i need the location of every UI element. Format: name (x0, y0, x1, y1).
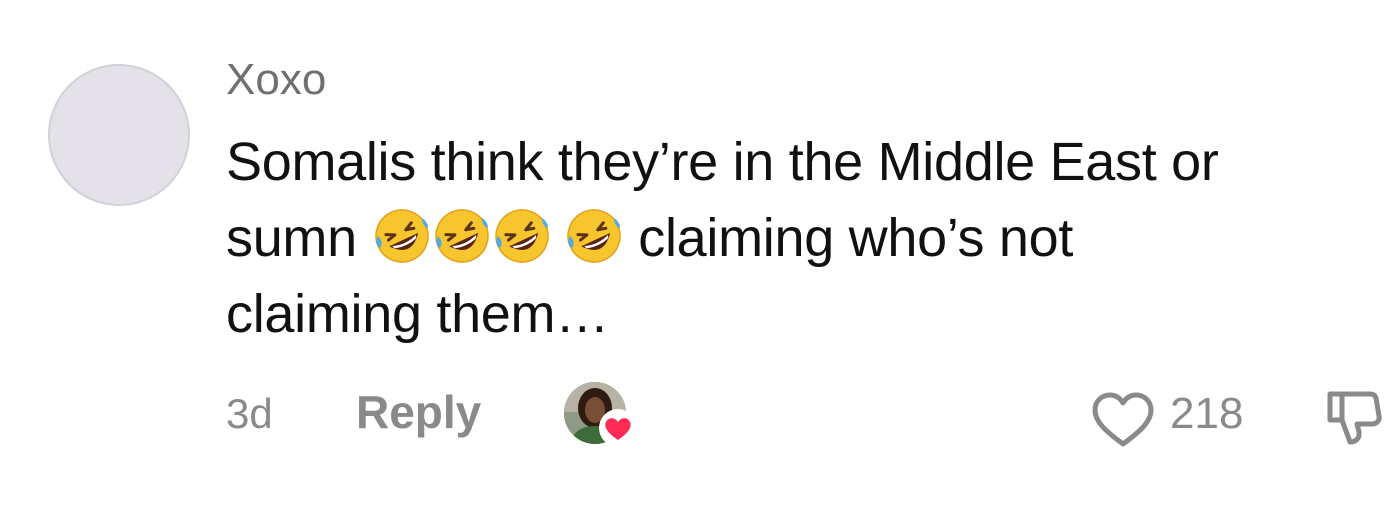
comment-text: Somalis think they’re in the Middle East… (226, 124, 1391, 352)
comment-actions: 3d Reply 218 (226, 380, 1391, 447)
comment-timestamp: 3d (226, 390, 273, 437)
reply-button[interactable]: Reply (356, 386, 481, 438)
commenter-username[interactable]: Xoxo (226, 52, 326, 108)
rofl-emoji-icon (434, 209, 489, 263)
thumbs-down-icon[interactable] (1322, 386, 1384, 448)
comment-text-line2-end: claiming who’s not (638, 208, 1074, 268)
rofl-emoji-icon (494, 209, 549, 263)
rofl-emoji-icon (566, 209, 621, 263)
creator-liked-badge (564, 380, 640, 448)
comment-text-line2-start: sumn (226, 208, 357, 268)
comment-item: Xoxo Somalis think they’re in the Middle… (0, 0, 1397, 505)
rofl-emoji-icon (374, 209, 429, 263)
like-count: 218 (1170, 389, 1244, 438)
comment-text-line3: claiming them… (226, 284, 609, 344)
heart-filled-icon (599, 409, 637, 447)
comment-text-line1: Somalis think they’re in the Middle East… (226, 132, 1219, 192)
heart-outline-icon (1092, 392, 1154, 447)
commenter-avatar[interactable] (48, 64, 190, 206)
